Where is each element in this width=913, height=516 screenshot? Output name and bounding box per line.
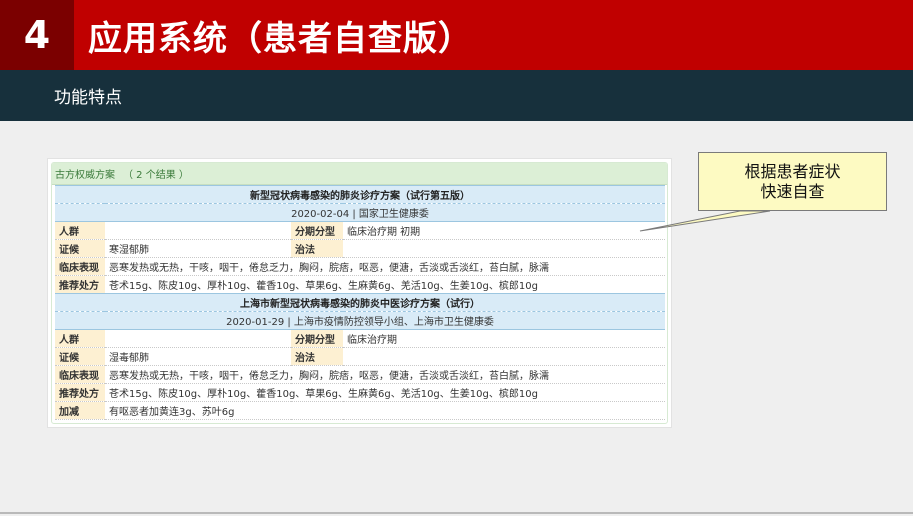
section-number: 4 xyxy=(0,0,74,70)
field-label: 治法 xyxy=(291,347,343,366)
field-label: 推荐处方 xyxy=(55,275,105,294)
table-row: 临床表现 恶寒发热或无热，干咳，咽干，倦怠乏力，胸闷，脘痞，呕恶，便溏，舌淡或舌… xyxy=(55,365,665,384)
plan-title-row: 上海市新型冠状病毒感染的肺炎中医诊疗方案（试行） xyxy=(55,293,665,312)
subtitle-bar: 功能特点 xyxy=(0,70,913,121)
plan-source: 2020-02-04 | 国家卫生健康委 xyxy=(55,203,665,222)
field-label: 治法 xyxy=(291,239,343,258)
plan-title-row: 新型冠状病毒感染的肺炎诊疗方案（试行第五版） xyxy=(55,185,665,204)
callout-line-1: 根据患者症状 xyxy=(744,161,841,181)
field-label: 推荐处方 xyxy=(55,383,105,402)
field-value: 寒湿郁肺 xyxy=(105,239,291,258)
result-panel-inner: 古方权威方案 （ 2 个结果 ） 新型冠状病毒感染的肺炎诊疗方案（试行第五版） … xyxy=(51,162,668,424)
table-row: 临床表现 恶寒发热或无热，干咳，咽干，倦怠乏力，胸闷，脘痞，呕恶，便溏，舌淡或舌… xyxy=(55,257,665,276)
field-label: 临床表现 xyxy=(55,257,105,276)
field-value: 苍术15g、陈皮10g、厚朴10g、藿香10g、草果6g、生麻黄6g、羌活10g… xyxy=(105,275,665,294)
plan-source-row: 2020-01-29 | 上海市疫情防控领导小组、上海市卫生健康委 xyxy=(55,311,665,330)
result-panel: 古方权威方案 （ 2 个结果 ） 新型冠状病毒感染的肺炎诊疗方案（试行第五版） … xyxy=(47,158,672,428)
plan-title[interactable]: 上海市新型冠状病毒感染的肺炎中医诊疗方案（试行） xyxy=(55,293,665,312)
field-label: 人群 xyxy=(55,221,105,240)
field-label: 证候 xyxy=(55,239,105,258)
field-label: 证候 xyxy=(55,347,105,366)
table-row: 证候 寒湿郁肺 治法 xyxy=(55,239,665,258)
table-row: 推荐处方 苍术15g、陈皮10g、厚朴10g、藿香10g、草果6g、生麻黄6g、… xyxy=(55,275,665,294)
plan-table: 新型冠状病毒感染的肺炎诊疗方案（试行第五版） 2020-02-04 | 国家卫生… xyxy=(55,185,665,420)
field-value: 湿毒郁肺 xyxy=(105,347,291,366)
field-value xyxy=(343,347,665,366)
field-label: 分期分型 xyxy=(291,329,343,348)
field-label: 加减 xyxy=(55,401,105,420)
field-value: 临床治疗期 xyxy=(343,329,665,348)
field-value: 有呕恶者加黄连3g、苏叶6g xyxy=(105,401,665,420)
field-value: 临床治疗期 初期 xyxy=(343,221,665,240)
field-label: 临床表现 xyxy=(55,365,105,384)
panel-heading: 古方权威方案 （ 2 个结果 ） xyxy=(52,163,667,185)
table-row: 证候 湿毒郁肺 治法 xyxy=(55,347,665,366)
field-label: 分期分型 xyxy=(291,221,343,240)
field-value: 苍术15g、陈皮10g、厚朴10g、藿香10g、草果6g、生麻黄6g、羌活10g… xyxy=(105,383,665,402)
field-value xyxy=(343,239,665,258)
field-value xyxy=(105,221,291,240)
panel-heading-label: 古方权威方案 xyxy=(55,170,115,181)
table-row: 加减 有呕恶者加黄连3g、苏叶6g xyxy=(55,401,665,420)
callout-line-2: 快速自查 xyxy=(760,181,825,201)
plan-source: 2020-01-29 | 上海市疫情防控领导小组、上海市卫生健康委 xyxy=(55,311,665,330)
field-label: 人群 xyxy=(55,329,105,348)
result-count: （ 2 个结果 ） xyxy=(123,170,189,181)
subtitle: 功能特点 xyxy=(54,88,122,108)
slide-title: 应用系统（患者自查版） xyxy=(88,18,473,59)
field-value: 恶寒发热或无热，干咳，咽干，倦怠乏力，胸闷，脘痞，呕恶，便溏，舌淡或舌淡红，苔白… xyxy=(105,257,665,276)
field-value: 恶寒发热或无热，干咳，咽干，倦怠乏力，胸闷，脘痞，呕恶，便溏，舌淡或舌淡红，苔白… xyxy=(105,365,665,384)
plan-title[interactable]: 新型冠状病毒感染的肺炎诊疗方案（试行第五版） xyxy=(55,185,665,204)
footer-divider xyxy=(0,512,913,514)
table-row: 人群 分期分型 临床治疗期 初期 xyxy=(55,221,665,240)
plan-source-row: 2020-02-04 | 国家卫生健康委 xyxy=(55,203,665,222)
slide-header: 4 应用系统（患者自查版） xyxy=(0,0,913,70)
callout-note: 根据患者症状 快速自查 xyxy=(698,152,887,211)
table-row: 人群 分期分型 临床治疗期 xyxy=(55,329,665,348)
table-row: 推荐处方 苍术15g、陈皮10g、厚朴10g、藿香10g、草果6g、生麻黄6g、… xyxy=(55,383,665,402)
field-value xyxy=(105,329,291,348)
